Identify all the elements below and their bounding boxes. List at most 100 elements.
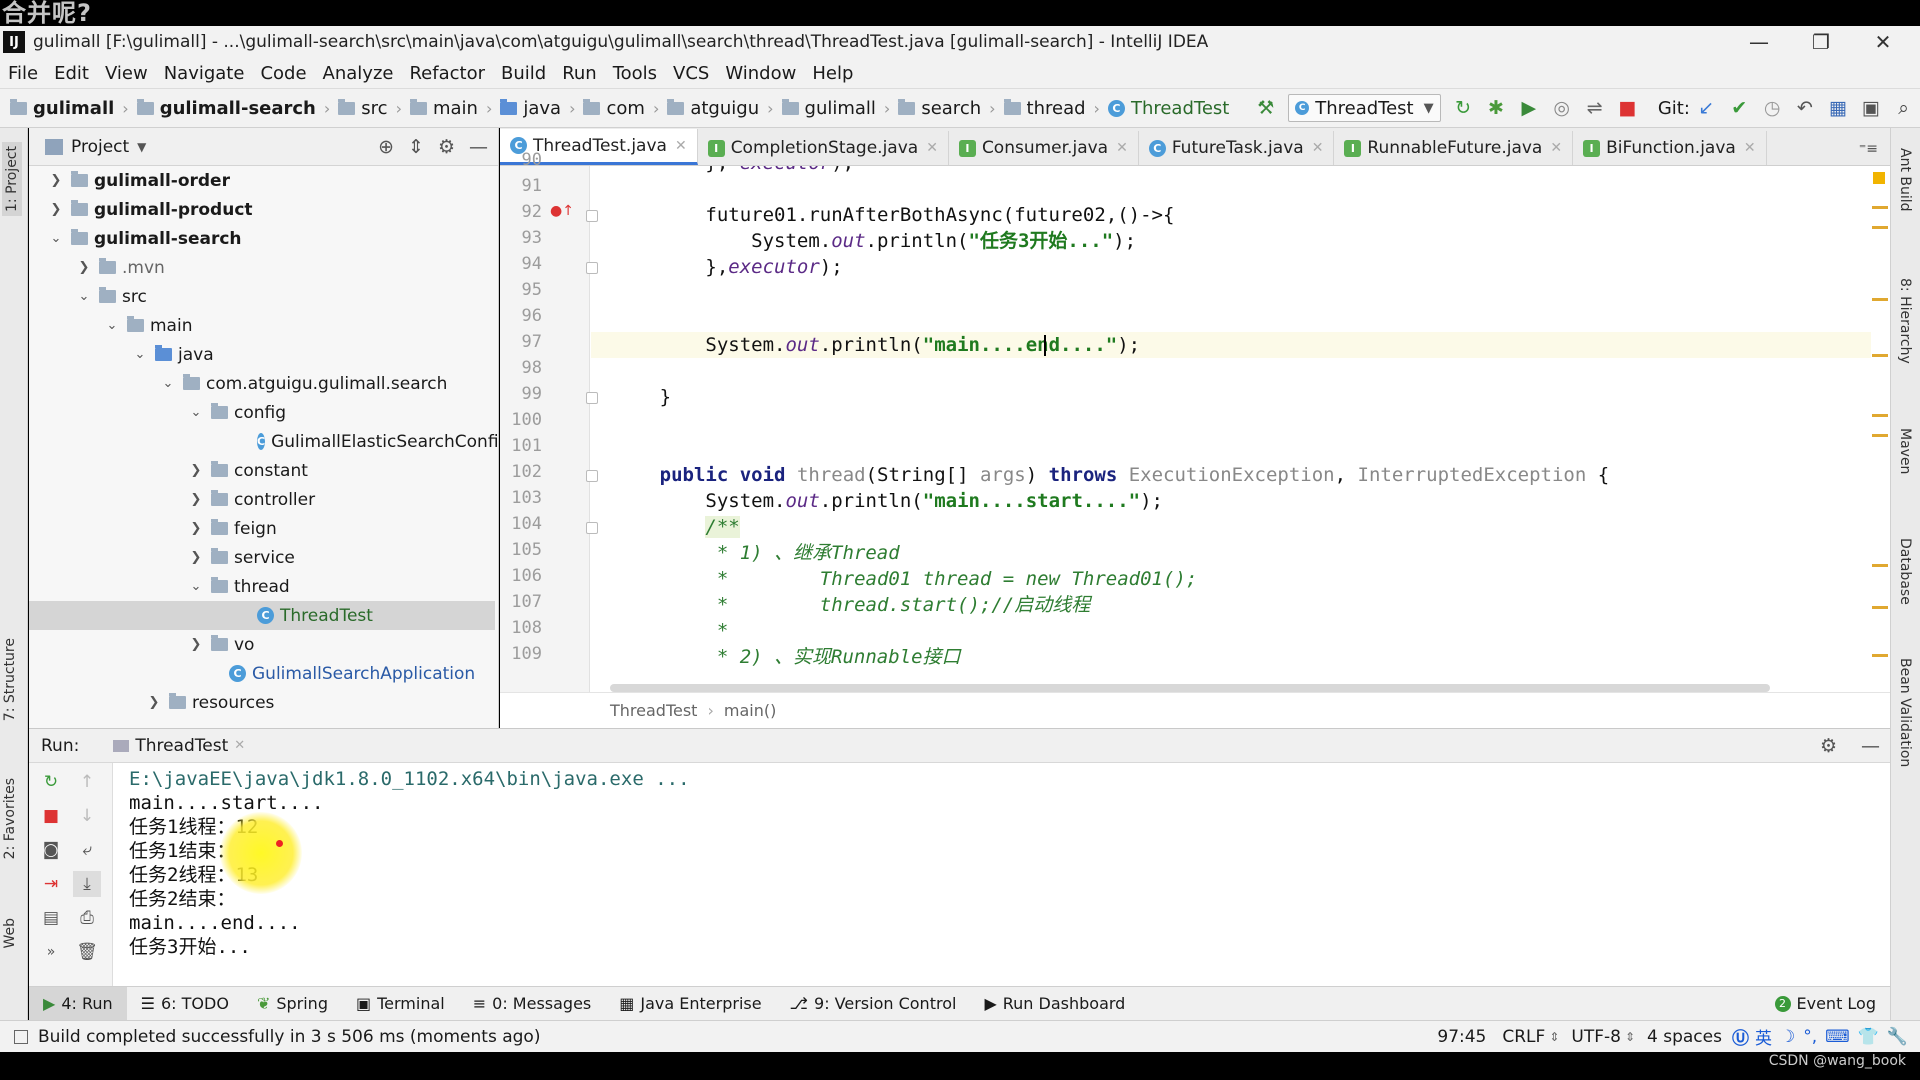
tool-tab-database[interactable]: Database [1897,538,1913,605]
menu-window[interactable]: Window [717,63,804,84]
bottom-tab-event-log[interactable]: 2 Event Log [1761,987,1891,1021]
project-view-select[interactable]: Project [71,137,129,157]
up-arrow-icon[interactable]: ↑ [73,769,101,795]
breadcrumb-class[interactable]: ThreadTest [610,701,697,720]
tree-item-vo[interactable]: ❯ vo [29,630,495,659]
cursor-position[interactable]: 97:45 [1437,1027,1486,1047]
tool-tab-ant-build[interactable]: Ant Build [1897,148,1913,212]
menu-code[interactable]: Code [252,63,314,84]
tree-item-thread[interactable]: ⌄ thread [29,572,495,601]
minimize-button[interactable]: — [1728,26,1790,58]
menu-help[interactable]: Help [804,63,861,84]
tree-item-elasticsearch-config[interactable]: C GulimallElasticSearchConfi [29,427,499,456]
tab-bifunction[interactable]: I BiFunction.java ✕ [1573,131,1767,165]
tab-completionstage[interactable]: I CompletionStage.java ✕ [698,131,949,165]
stop-icon[interactable]: ■ [37,803,65,829]
ime-language[interactable]: 英 [1755,1024,1772,1049]
project-structure-icon[interactable]: ▦ [1825,94,1850,122]
vcs-commit-icon[interactable]: ✔ [1727,94,1752,122]
close-tab-icon[interactable]: ✕ [234,738,245,753]
tree-item-java[interactable]: ⌄ java [29,340,495,369]
tab-futuretask[interactable]: C FutureTask.java ✕ [1139,131,1335,165]
stop-icon[interactable]: ■ [1615,94,1640,122]
line-separator[interactable]: CRLF [1502,1027,1545,1047]
expand-icon[interactable]: » [37,939,65,965]
run-tab-threadtest[interactable]: ThreadTest ✕ [105,736,253,756]
tree-item-gulimall-search[interactable]: ⌄ gulimall-search [29,224,495,253]
tree-item-gulimall-product[interactable]: ❯ gulimall-product [29,195,495,224]
bottom-tab-terminal[interactable]: ▣ Terminal [342,987,459,1021]
crumb-thread[interactable]: thread [1000,98,1090,119]
bottom-tab-java-enterprise[interactable]: ▦ Java Enterprise [605,987,775,1021]
scroll-to-end-icon[interactable]: ⤓ [73,871,101,897]
menu-view[interactable]: View [97,63,156,84]
exit-icon[interactable]: ⇥ [37,871,65,897]
tree-item-threadtest[interactable]: C ThreadTest [29,601,495,630]
settings-gear-icon[interactable]: ⚙ [438,136,455,158]
hide-panel-icon[interactable]: — [1861,735,1880,757]
close-tab-icon[interactable]: ✕ [926,140,938,156]
crumb-gulimall-search[interactable]: gulimall-search [133,98,320,119]
crumb-src[interactable]: src [334,98,391,119]
tree-item-gulimall-order[interactable]: ❯ gulimall-order [29,166,495,195]
tool-tab-web[interactable]: Web [2,918,18,949]
tree-item-mvn[interactable]: ❯ .mvn [29,253,495,282]
coverage-icon[interactable]: ▶ [1516,94,1541,122]
tab-runnablefuture[interactable]: I RunnableFuture.java ✕ [1334,131,1574,165]
tree-item-service[interactable]: ❯ service [29,543,495,572]
menu-vcs[interactable]: VCS [665,63,717,84]
stripe-mark[interactable] [1872,564,1888,567]
bottom-tab-messages[interactable]: ≡ 0: Messages [459,987,606,1021]
tree-item-feign[interactable]: ❯ feign [29,514,495,543]
tree-item-controller[interactable]: ❯ controller [29,485,495,514]
chevron-down-icon[interactable]: ▼ [137,140,146,154]
bottom-tab-todo[interactable]: ☰ 6: TODO [127,987,243,1021]
tab-consumer[interactable]: I Consumer.java ✕ [949,131,1139,165]
close-tab-icon[interactable]: ✕ [675,138,687,154]
tool-tab-structure[interactable]: 7: Structure [2,638,18,721]
menu-navigate[interactable]: Navigate [156,63,253,84]
rerun-icon[interactable]: ↻ [1451,94,1476,122]
stripe-mark[interactable] [1872,434,1888,437]
file-encoding[interactable]: UTF-8 [1571,1027,1621,1047]
down-arrow-icon[interactable]: ↓ [73,803,101,829]
indent-setting[interactable]: 4 spaces [1647,1027,1722,1047]
tool-tab-maven[interactable]: Maven [1897,428,1913,474]
code-area[interactable]: }, executor); future01.runAfterBothAsync… [591,166,1871,692]
console-output[interactable]: E:\javaEE\java\jdk1.8.0_1102.x64\bin\jav… [129,763,1829,987]
punctuation-icon[interactable]: °, [1803,1027,1817,1047]
status-message[interactable]: Build completed successfully in 3 s 506 … [38,1027,540,1047]
print-icon[interactable]: ⎙ [73,905,101,931]
bottom-tab-version-control[interactable]: ⎇ 9: Version Control [776,987,971,1021]
vcs-history-icon[interactable]: ◷ [1760,94,1785,122]
stripe-mark[interactable] [1872,298,1888,301]
tool-tab-project[interactable]: 1: Project [2,142,22,216]
horizontal-scrollbar[interactable] [610,684,1770,692]
crumb-atguigu[interactable]: atguigu [663,98,763,119]
crumb-gulimall-pkg[interactable]: gulimall [778,98,880,119]
layout-icon[interactable]: ▤ [37,905,65,931]
tree-item-main[interactable]: ⌄ main [29,311,495,340]
attach-icon[interactable]: ⇌ [1582,94,1607,122]
stripe-mark[interactable] [1872,606,1888,609]
tree-item-constant[interactable]: ❯ constant [29,456,495,485]
debug-icon[interactable]: ✱ [1483,94,1508,122]
locate-icon[interactable]: ⊕ [378,136,394,158]
close-tab-icon[interactable]: ✕ [1116,140,1128,156]
vcs-rollback-icon[interactable]: ↶ [1793,94,1818,122]
sdk-icon[interactable]: ▣ [1858,94,1883,122]
bottom-tab-spring[interactable]: ❦ Spring [243,987,342,1021]
skin-icon[interactable]: 👕 [1858,1027,1879,1047]
camera-icon[interactable]: ◙ [37,837,65,863]
crumb-main[interactable]: main [406,98,482,119]
menu-run[interactable]: Run [554,63,605,84]
crumb-search[interactable]: search [894,98,985,119]
tool-tab-hierarchy[interactable]: 8: Hierarchy [1897,278,1913,364]
tree-item-src[interactable]: ⌄ src [29,282,495,311]
stripe-mark[interactable] [1872,226,1888,229]
rerun-icon[interactable]: ↻ [37,769,65,795]
close-tab-icon[interactable]: ✕ [1550,140,1562,156]
settings-gear-icon[interactable]: ⚙ [1820,735,1837,757]
tree-item-search-application[interactable]: C GulimallSearchApplication [29,659,495,688]
tab-list-icon[interactable]: ⁼≡ [1859,141,1890,165]
